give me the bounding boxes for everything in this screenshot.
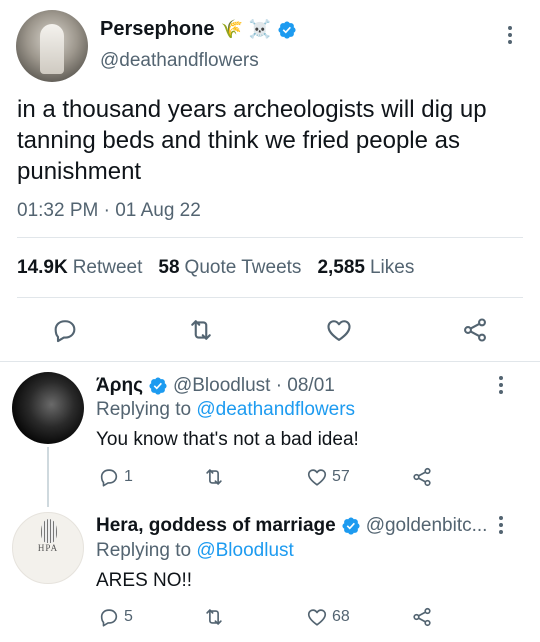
share-button[interactable] [411,606,433,628]
avatar-text: HPA [37,543,59,553]
peacock-feather-icon [41,519,57,543]
retweet-icon [206,469,222,485]
reply-icon [100,609,118,627]
more-options-icon[interactable] [508,26,512,44]
reply-button[interactable]: 5 [98,606,133,628]
replying-to: Replying to @Bloodlust [96,540,294,561]
verified-badge-icon [341,516,361,536]
display-name[interactable]: Άρης [96,375,143,397]
thread-line [47,447,49,507]
like-icon [307,609,327,626]
share-icon[interactable] [461,316,489,344]
share-button[interactable] [411,466,433,488]
replying-to-link[interactable]: @deathandflowers [196,399,355,420]
divider [17,297,523,298]
reply-icon [100,469,118,487]
like-button[interactable]: 68 [306,606,350,628]
display-name[interactable]: Hera, goddess of marriage [96,515,336,537]
like-count: 57 [332,468,350,485]
quotes-stat[interactable]: 58 Quote Tweets [158,257,301,279]
reply-text: You know that's not a bad idea! [96,429,359,450]
handle-date[interactable]: @goldenbitc... [366,515,488,537]
reply-count: 1 [124,468,133,485]
replying-to: Replying to @deathandflowers [96,399,356,420]
display-name[interactable]: Persephone [100,18,214,41]
avatar[interactable] [16,10,88,82]
replying-to-link[interactable]: @Bloodlust [196,540,293,561]
share-icon [413,607,431,627]
retweet-button[interactable] [202,466,226,488]
like-icon[interactable] [325,316,353,344]
reply-text: ARES NO!! [96,570,193,591]
tweet-text: in a thousand years archeologists will d… [17,96,487,185]
author-name-row[interactable]: Persephone 🌾 ☠️ [100,18,297,41]
verified-badge-icon [148,376,168,396]
share-icon [413,467,431,487]
retweet-icon [206,609,222,625]
retweet-button[interactable] [202,606,226,628]
wheat-emoji: 🌾 [220,18,243,40]
verified-badge-icon [277,20,297,40]
more-options-icon[interactable] [499,516,503,534]
reply-button[interactable]: 1 [98,466,133,488]
reply-icon[interactable] [51,316,79,344]
retweets-stat[interactable]: 14.9K Retweet [17,257,142,279]
handle-date[interactable]: @Bloodlust · 08/01 [173,375,335,397]
like-count: 68 [332,608,350,625]
tweet-stats: 14.9K Retweet 58 Quote Tweets 2,585 Likes [17,257,414,279]
avatar[interactable]: HPA [12,512,84,584]
like-button[interactable]: 57 [306,466,350,488]
tweet-timestamp[interactable]: 01:32 PM · 01 Aug 22 [17,200,201,222]
retweet-icon[interactable] [186,316,216,344]
more-options-icon[interactable] [499,376,503,394]
divider [0,361,540,362]
avatar[interactable] [12,372,84,444]
tweet-actions [0,312,540,348]
author-handle[interactable]: @deathandflowers [100,50,259,72]
likes-stat[interactable]: 2,585 Likes [317,257,414,279]
reply-count: 5 [124,608,133,625]
divider [17,237,523,238]
like-icon [307,469,327,486]
reply-header: Hera, goddess of marriage @goldenbitc... [96,515,487,537]
skull-crossbones-emoji: ☠️ [248,18,272,40]
reply-header: Άρης @Bloodlust · 08/01 [96,375,335,397]
